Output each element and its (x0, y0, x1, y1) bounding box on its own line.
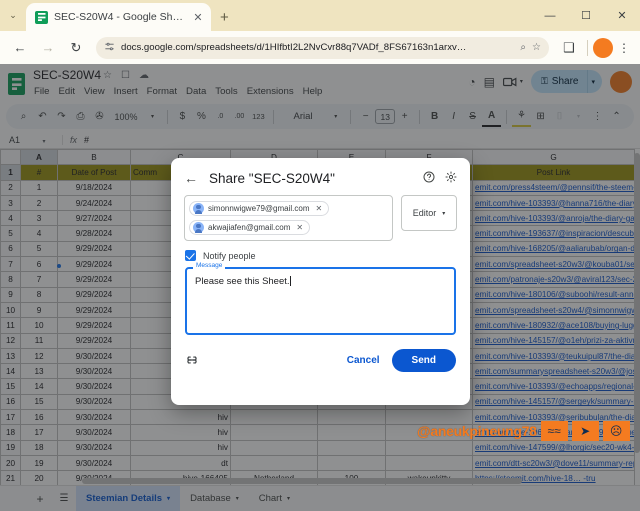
browser-menu-icon[interactable]: ⋮ (615, 41, 633, 55)
profile-avatar[interactable] (593, 37, 613, 58)
recipients-zone: simonnwigwe79@gmail.com ✕ akwajiafen@gma… (171, 186, 470, 241)
cancel-button[interactable]: Cancel (335, 351, 392, 370)
browser-tab-strip: ⌄ SEC-S20W4 - Google Sheets ✕ + — ☐ ✕ (0, 0, 640, 31)
message-value: Please see this Sheet. (195, 276, 290, 287)
window-controls: — ☐ ✕ (532, 0, 640, 31)
minimize-icon[interactable]: — (532, 0, 568, 31)
notify-label: Notify people (203, 250, 256, 261)
reload-icon[interactable]: ↻ (63, 35, 89, 61)
avatar (193, 203, 204, 214)
tune-icon[interactable] (104, 41, 115, 55)
copy-link-icon[interactable] (185, 354, 199, 368)
notify-people-row[interactable]: Notify people (171, 241, 470, 261)
share-dialog-header: ← Share "SEC-S20W4" (171, 158, 470, 186)
maximize-icon[interactable]: ☐ (568, 0, 604, 31)
search-icon[interactable]: ⌕ (520, 42, 526, 53)
message-field-wrapper: Message Please see this Sheet. (185, 262, 456, 335)
browser-tab[interactable]: SEC-S20W4 - Google Sheets ✕ (26, 3, 211, 31)
discord-icon: ☹ (602, 421, 630, 441)
telegram-icon: ➤ (571, 421, 599, 441)
share-dialog: ← Share "SEC-S20W4" simonnwigwe79@gmail.… (171, 158, 470, 405)
back-arrow-icon[interactable]: ← (184, 170, 202, 186)
watermark-overlay: @aneukpineung78 ≈≈ ➤ ☹ (417, 421, 630, 441)
tab-search-caret-icon[interactable]: ⌄ (0, 0, 26, 31)
avatar (193, 222, 204, 233)
forward-icon: → (41, 40, 55, 55)
gear-icon[interactable] (445, 171, 457, 186)
browser-toolbar: ← → ↻ docs.google.com/spreadsheets/d/1HI… (0, 31, 640, 64)
address-bar[interactable]: docs.google.com/spreadsheets/d/1HIfbtI2L… (96, 36, 549, 59)
toolbar-divider (587, 39, 588, 56)
notify-checkbox[interactable] (185, 250, 196, 261)
recipient-chip[interactable]: akwajiafen@gmail.com ✕ (189, 220, 311, 235)
recipient-chip[interactable]: simonnwigwe79@gmail.com ✕ (189, 201, 330, 216)
share-dialog-footer: Cancel Send (171, 335, 470, 372)
watermark-text: @aneukpineung78 (417, 423, 537, 439)
browser-tab-title: SEC-S20W4 - Google Sheets (54, 11, 185, 23)
recipient-email: simonnwigwe79@gmail.com (208, 204, 310, 213)
help-icon[interactable] (423, 171, 435, 186)
role-select[interactable]: Editor ▾ (401, 195, 457, 231)
screenshot-root: ⌄ SEC-S20W4 - Google Sheets ✕ + — ☐ ✕ ← … (0, 0, 640, 511)
message-textarea[interactable]: Please see this Sheet. (185, 267, 456, 335)
bookmark-star-icon[interactable]: ☆ (532, 42, 541, 53)
message-legend: Message (193, 262, 226, 269)
recipients-input[interactable]: simonnwigwe79@gmail.com ✕ akwajiafen@gma… (184, 195, 393, 241)
url-text: docs.google.com/spreadsheets/d/1HIfbtI2L… (121, 42, 467, 53)
sheets-icon (35, 10, 48, 24)
role-value: Editor (412, 208, 437, 218)
chevron-down-icon[interactable]: ▾ (442, 210, 445, 217)
new-tab-button[interactable]: + (220, 9, 229, 26)
back-icon[interactable]: ← (7, 35, 33, 61)
remove-recipient-icon[interactable]: ✕ (296, 223, 303, 232)
extensions-icon[interactable]: ❑ (556, 35, 582, 61)
window-close-icon[interactable]: ✕ (604, 0, 640, 31)
close-icon[interactable]: ✕ (191, 11, 205, 24)
recipient-email: akwajiafen@gmail.com (208, 223, 291, 232)
remove-recipient-icon[interactable]: ✕ (316, 204, 323, 213)
send-button[interactable]: Send (391, 349, 456, 372)
share-dialog-title: Share "SEC-S20W4" (209, 170, 335, 186)
steem-icon: ≈≈ (540, 421, 568, 441)
text-cursor (289, 276, 291, 286)
